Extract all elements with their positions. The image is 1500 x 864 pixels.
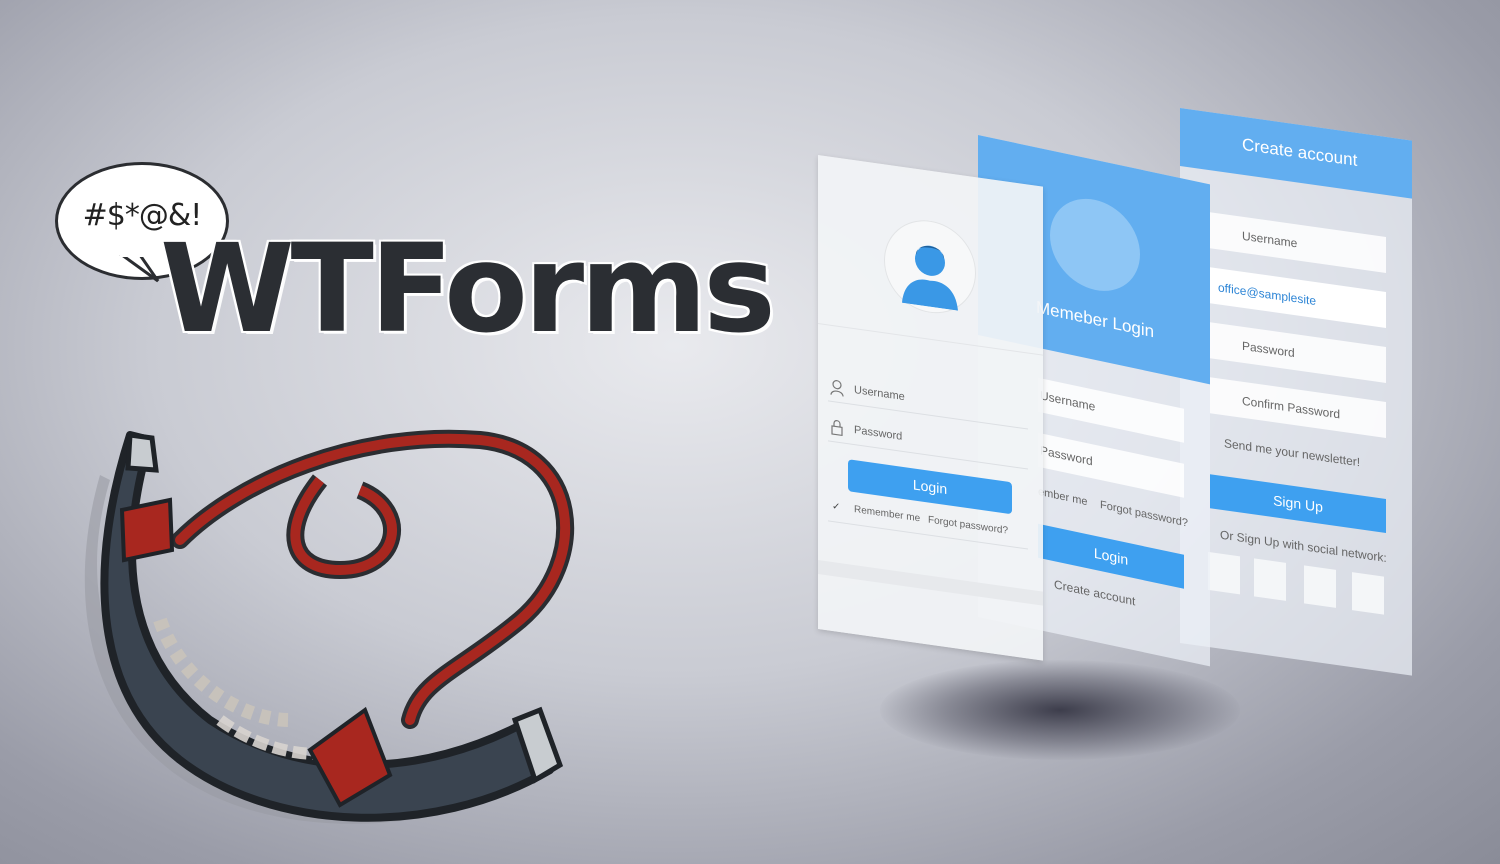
signup-form-panel: Create account Username office@samplesit…	[1180, 108, 1412, 676]
member-password-field[interactable]	[1038, 432, 1184, 498]
login-form-panel: Username Password Login ✓ Remember me Fo…	[818, 155, 1043, 661]
social-button-1[interactable]	[1208, 551, 1240, 595]
login-footer	[818, 560, 1043, 606]
social-button-2[interactable]	[1254, 558, 1286, 601]
user-icon	[830, 380, 844, 397]
floating-shadow	[880, 660, 1240, 760]
social-button-4[interactable]	[1352, 572, 1384, 615]
login-remember-label[interactable]: Remember me	[854, 504, 920, 524]
signup-social-label: Or Sign Up with social network:	[1220, 527, 1387, 566]
login-forgot-link[interactable]: Forgot password?	[928, 514, 1008, 536]
lock-icon	[831, 420, 843, 437]
signup-password-field[interactable]	[1210, 322, 1386, 383]
member-create-account-link[interactable]: Create account	[1054, 577, 1135, 608]
social-button-3[interactable]	[1304, 565, 1336, 608]
login-username-label: Username	[854, 384, 905, 404]
member-forgot-link[interactable]: Forgot password?	[1100, 499, 1188, 530]
login-divider	[818, 323, 1043, 356]
signup-username-field[interactable]	[1210, 212, 1386, 273]
member-username-field[interactable]	[1038, 377, 1184, 443]
member-remember-label[interactable]: ember me	[1038, 486, 1088, 509]
signup-newsletter-label[interactable]: Send me your newsletter!	[1224, 436, 1360, 469]
remember-checkbox[interactable]: ✓	[832, 501, 840, 513]
user-avatar-icon	[902, 245, 958, 311]
login-password-label: Password	[854, 424, 903, 443]
signup-button[interactable]: Sign Up	[1210, 474, 1386, 533]
horn-illustration	[84, 429, 575, 824]
page-title: WTForms	[160, 218, 776, 360]
